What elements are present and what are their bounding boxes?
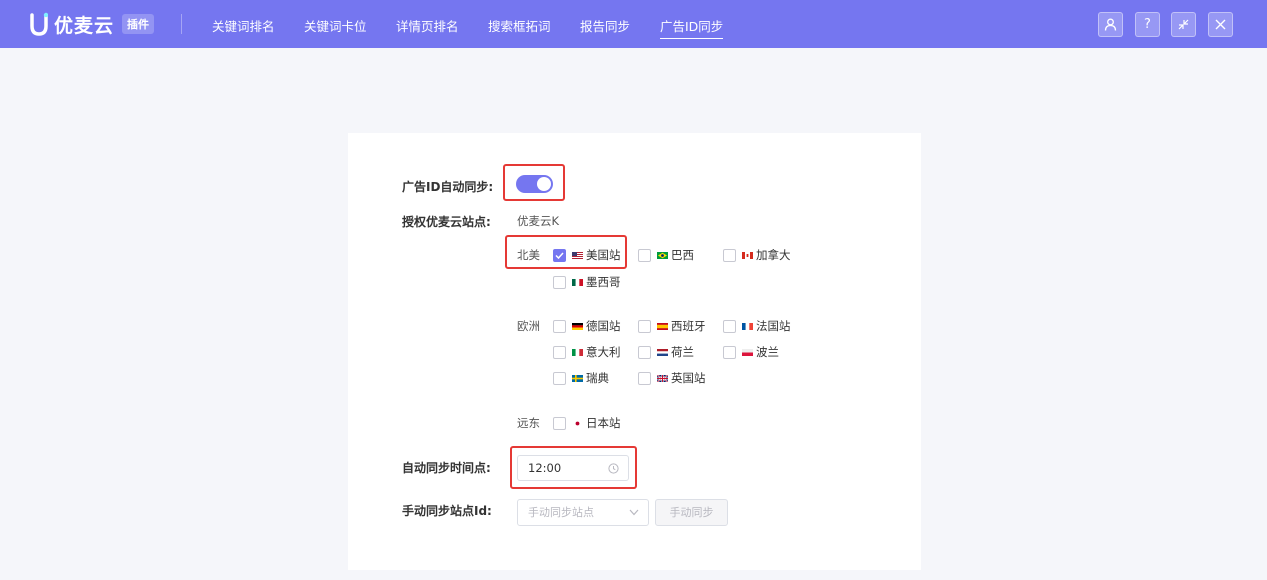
checkbox-icon <box>723 319 736 333</box>
app-logo: 优麦云 插件 <box>30 10 155 38</box>
brazil-flag-icon <box>657 251 668 259</box>
plugin-badge: 插件 <box>122 14 155 34</box>
checkbox-icon <box>723 248 736 262</box>
checkbox-checked-icon <box>553 248 566 262</box>
user-icon <box>1104 18 1117 31</box>
topbar-divider <box>181 14 182 34</box>
checkbox-icon <box>638 248 651 262</box>
sync-time-input[interactable]: 12:00 <box>517 455 629 481</box>
manual-sync-site-select[interactable]: 手动同步站点 <box>517 499 649 526</box>
site-label-germany: 德国站 <box>586 319 621 333</box>
site-label-mexico: 墨西哥 <box>586 275 621 289</box>
collapse-icon <box>1178 19 1189 30</box>
site-checkbox-canada[interactable]: 加拿大 <box>723 247 791 263</box>
site-checkbox-mexico[interactable]: 墨西哥 <box>553 274 621 290</box>
nav-keyword-slot[interactable]: 关键词卡位 <box>304 16 367 35</box>
site-label-uk: 英国站 <box>671 371 706 385</box>
canada-flag-icon <box>742 251 753 259</box>
clock-icon <box>608 463 619 474</box>
close-icon <box>1215 19 1226 30</box>
checkbox-icon <box>638 319 651 333</box>
settings-card: 广告ID自动同步: 授权优麦云站点: 优麦云K 北美 美国站 巴西 加拿大 墨西… <box>348 133 921 570</box>
mexico-flag-icon <box>572 278 583 286</box>
checkbox-icon <box>553 275 566 289</box>
site-label-sweden: 瑞典 <box>586 371 609 385</box>
site-label-us: 美国站 <box>586 248 621 262</box>
top-bar: 优麦云 插件 关键词排名 关键词卡位 详情页排名 搜索框拓词 报告同步 广告ID… <box>0 0 1267 48</box>
spain-flag-icon <box>657 322 668 330</box>
checkbox-icon <box>553 371 566 385</box>
help-button[interactable]: ? <box>1135 12 1160 37</box>
checkbox-icon <box>638 371 651 385</box>
site-checkbox-sweden[interactable]: 瑞典 <box>553 370 609 386</box>
checkbox-icon <box>638 345 651 359</box>
sync-time-label: 自动同步时间点: <box>402 461 491 475</box>
site-label-canada: 加拿大 <box>756 248 791 262</box>
nav-ad-id-sync[interactable]: 广告ID同步 <box>660 16 724 39</box>
site-checkbox-japan[interactable]: 日本站 <box>553 415 621 431</box>
japan-flag-icon <box>572 419 583 427</box>
site-checkbox-uk[interactable]: 英国站 <box>638 370 706 386</box>
nav-detail-rank[interactable]: 详情页排名 <box>396 16 459 35</box>
site-checkbox-spain[interactable]: 西班牙 <box>638 318 706 334</box>
us-flag-icon <box>572 251 583 259</box>
nav-report-sync[interactable]: 报告同步 <box>580 16 630 35</box>
site-checkbox-netherlands[interactable]: 荷兰 <box>638 344 694 360</box>
auto-sync-label: 广告ID自动同步: <box>402 180 494 194</box>
netherlands-flag-icon <box>657 348 668 356</box>
checkbox-icon <box>723 345 736 359</box>
site-label-brazil: 巴西 <box>671 248 694 262</box>
site-label-poland: 波兰 <box>756 345 779 359</box>
nav-search-expand[interactable]: 搜索框拓词 <box>488 16 551 35</box>
france-flag-icon <box>742 322 753 330</box>
chevron-down-icon <box>629 509 639 516</box>
site-label-spain: 西班牙 <box>671 319 706 333</box>
logo-mark-icon <box>30 12 48 36</box>
help-icon: ? <box>1144 17 1151 32</box>
site-label-japan: 日本站 <box>586 416 621 430</box>
site-label-netherlands: 荷兰 <box>671 345 694 359</box>
region-label-far-east: 远东 <box>517 416 540 430</box>
site-label-france: 法国站 <box>756 319 791 333</box>
checkbox-icon <box>553 319 566 333</box>
uk-flag-icon <box>657 374 668 382</box>
user-button[interactable] <box>1098 12 1123 37</box>
site-checkbox-poland[interactable]: 波兰 <box>723 344 779 360</box>
italy-flag-icon <box>572 348 583 356</box>
germany-flag-icon <box>572 322 583 330</box>
region-label-north-america: 北美 <box>517 248 540 262</box>
site-checkbox-france[interactable]: 法国站 <box>723 318 791 334</box>
logo-text: 优麦云 <box>54 14 115 37</box>
site-checkbox-italy[interactable]: 意大利 <box>553 344 621 360</box>
site-label-italy: 意大利 <box>586 345 621 359</box>
site-checkbox-us[interactable]: 美国站 <box>553 247 621 263</box>
site-checkbox-brazil[interactable]: 巴西 <box>638 247 694 263</box>
nav-keyword-rank[interactable]: 关键词排名 <box>212 16 275 35</box>
auth-sites-label: 授权优麦云站点: <box>402 215 491 229</box>
checkbox-icon <box>553 345 566 359</box>
manual-sync-label: 手动同步站点Id: <box>402 504 492 518</box>
checkbox-icon <box>553 416 566 430</box>
site-checkbox-germany[interactable]: 德国站 <box>553 318 621 334</box>
close-button[interactable] <box>1208 12 1233 37</box>
toggle-knob <box>537 177 551 191</box>
auth-account-name: 优麦云K <box>517 214 560 228</box>
sweden-flag-icon <box>572 374 583 382</box>
manual-sync-button[interactable]: 手动同步 <box>655 499 728 526</box>
poland-flag-icon <box>742 348 753 356</box>
auto-sync-toggle[interactable] <box>516 175 553 193</box>
region-label-europe: 欧洲 <box>517 319 540 333</box>
manual-sync-placeholder: 手动同步站点 <box>528 506 594 519</box>
sync-time-value: 12:00 <box>528 461 562 475</box>
collapse-button[interactable] <box>1171 12 1196 37</box>
